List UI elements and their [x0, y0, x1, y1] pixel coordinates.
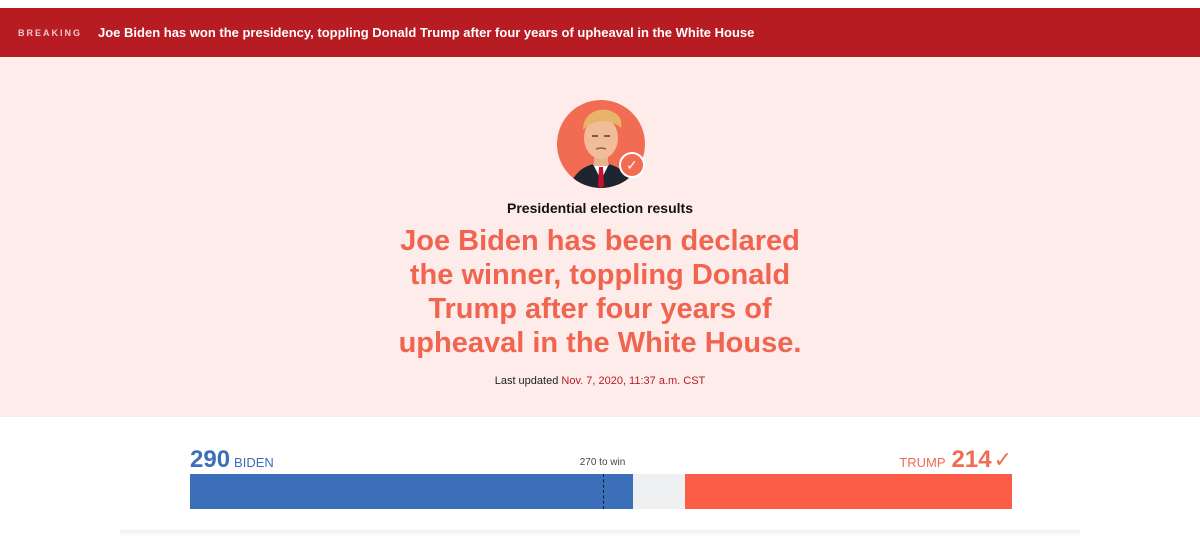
- trump-bar-segment[interactable]: [685, 474, 1012, 509]
- trump-check-icon: ✓: [993, 447, 1012, 472]
- results-headline: Joe Biden has been declared the winner, …: [398, 225, 802, 359]
- electoral-bar[interactable]: [190, 474, 1012, 509]
- biden-bar-segment[interactable]: [190, 474, 634, 509]
- section-divider: [120, 530, 1080, 537]
- last-updated: Last updated Nov. 7, 2020, 11:37 a.m. CS…: [0, 375, 1200, 387]
- trump-name: TRUMP: [899, 455, 946, 470]
- breaking-headline[interactable]: Joe Biden has won the presidency, toppli…: [98, 25, 754, 40]
- last-updated-time: Nov. 7, 2020, 11:37 a.m. CST: [561, 375, 706, 387]
- breaking-banner[interactable]: BREAKING Joe Biden has won the presidenc…: [0, 8, 1200, 57]
- winner-avatar: ✓: [557, 100, 645, 188]
- results-hero: ✓ Presidential election results Joe Bide…: [0, 57, 1200, 417]
- win-threshold-line: [602, 474, 604, 509]
- trump-count: TRUMP 214 ✓: [899, 446, 1012, 474]
- check-icon: ✓: [619, 152, 645, 178]
- trump-votes: 214: [951, 446, 992, 473]
- biden-count: 290 BIDEN: [190, 446, 274, 474]
- electoral-tally: 290 BIDEN 270 to win TRUMP 214 ✓: [190, 446, 1012, 516]
- breaking-label: BREAKING: [18, 27, 83, 38]
- biden-name: BIDEN: [234, 455, 274, 470]
- win-threshold-label: 270 to win: [579, 457, 626, 468]
- biden-votes: 290: [190, 446, 231, 473]
- results-kicker: Presidential election results: [507, 200, 693, 216]
- last-updated-label: Last updated: [494, 375, 559, 387]
